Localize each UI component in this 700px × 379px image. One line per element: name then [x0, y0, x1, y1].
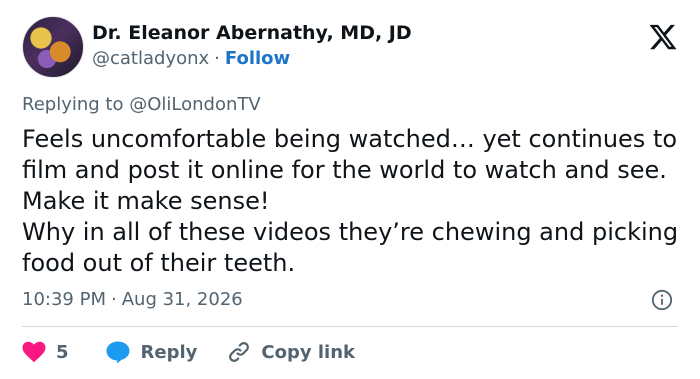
tweet-text: Feels uncomfortable being watched… yet c… [22, 124, 682, 279]
x-logo-icon[interactable] [648, 22, 678, 52]
timestamp-separator: · [110, 289, 117, 310]
tweet-text-line: Why in all of these videos they’re chewi… [22, 218, 679, 277]
author-display-name[interactable]: Dr. Eleanor Abernathy, MD, JD [92, 22, 412, 44]
replying-to: Replying to @OliLondonTV [22, 94, 261, 115]
author-handle-row: @catladyonx · Follow [92, 48, 290, 69]
heart-icon [22, 341, 46, 363]
tweet-timestamp[interactable]: 10:39 PM · Aug 31, 2026 [22, 289, 243, 310]
replying-prefix: Replying to [22, 94, 124, 115]
like-count: 5 [56, 341, 69, 363]
tweet-time: 10:39 PM [22, 289, 106, 310]
divider [22, 326, 678, 327]
link-icon [229, 342, 250, 362]
reply-button[interactable]: Reply [105, 340, 198, 364]
info-icon[interactable] [651, 289, 673, 311]
follow-button[interactable]: Follow [225, 48, 290, 69]
like-button[interactable]: 5 [22, 341, 69, 363]
tweet-text-line: Feels uncomfortable being watched… yet c… [22, 125, 678, 215]
action-bar: 5 Reply Copy link [22, 337, 355, 367]
author-avatar[interactable] [22, 16, 84, 78]
tweet-date: Aug 31, 2026 [121, 289, 243, 310]
tweet-embed-card: Dr. Eleanor Abernathy, MD, JD @catladyon… [0, 0, 700, 379]
replying-mention[interactable]: @OliLondonTV [129, 94, 260, 115]
copy-link-label: Copy link [261, 341, 355, 363]
reply-label: Reply [140, 341, 198, 363]
copy-link-button[interactable]: Copy link [227, 340, 355, 364]
reply-bubble-icon [106, 341, 130, 364]
author-handle[interactable]: @catladyonx [92, 48, 209, 69]
handle-separator: · [214, 48, 220, 69]
